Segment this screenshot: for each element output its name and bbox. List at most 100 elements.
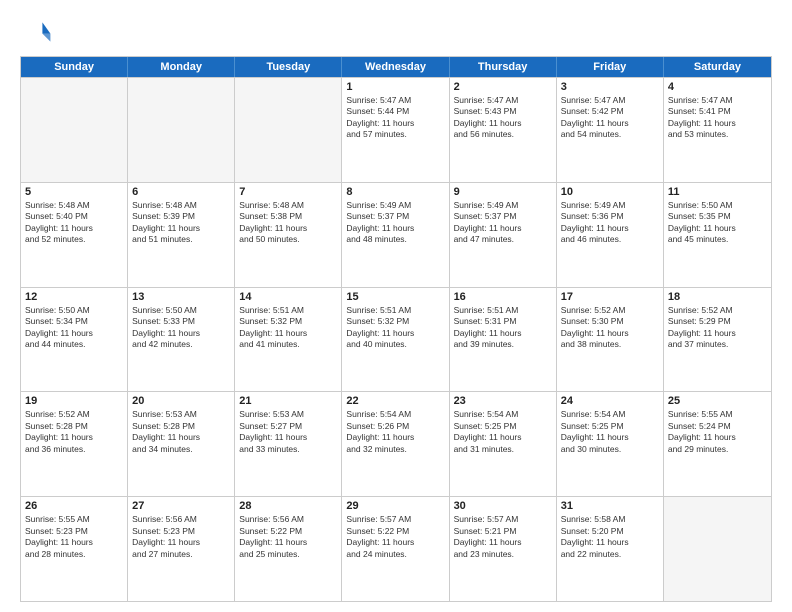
cal-cell: [21, 78, 128, 182]
cell-info: Sunrise: 5:54 AM Sunset: 5:25 PM Dayligh…: [454, 409, 552, 455]
header: [20, 16, 772, 48]
cal-cell: 15 Sunrise: 5:51 AM Sunset: 5:32 PM Dayli…: [342, 288, 449, 392]
cal-cell: 20 Sunrise: 5:53 AM Sunset: 5:28 PM Dayli…: [128, 392, 235, 496]
cell-info: Sunrise: 5:48 AM Sunset: 5:39 PM Dayligh…: [132, 200, 230, 246]
cal-cell: 21 Sunrise: 5:53 AM Sunset: 5:27 PM Dayli…: [235, 392, 342, 496]
day-number: 12: [25, 291, 123, 303]
cal-cell: 3Sunrise: 5:47 AM Sunset: 5:42 PM Daylig…: [557, 78, 664, 182]
cal-cell: 2 Sunrise: 5:47 AM Sunset: 5:43 PM Daylig…: [450, 78, 557, 182]
day-number: 27: [132, 500, 230, 512]
day-number: 2: [454, 81, 552, 93]
day-number: 23: [454, 395, 552, 407]
day-number: 7: [239, 186, 337, 198]
header-day-thursday: Thursday: [450, 57, 557, 77]
cell-info: Sunrise: 5:57 AM Sunset: 5:22 PM Dayligh…: [346, 514, 444, 560]
cell-info: Sunrise: 5:49 AM Sunset: 5:36 PM Dayligh…: [561, 200, 659, 246]
day-number: 4: [668, 81, 767, 93]
cal-cell: [664, 497, 771, 601]
day-number: 1: [346, 81, 444, 93]
cell-info: Sunrise: 5:51 AM Sunset: 5:31 PM Dayligh…: [454, 305, 552, 351]
header-day-sunday: Sunday: [21, 57, 128, 77]
cal-cell: 19 Sunrise: 5:52 AM Sunset: 5:28 PM Dayli…: [21, 392, 128, 496]
header-day-saturday: Saturday: [664, 57, 771, 77]
week-row-0: 1 Sunrise: 5:47 AM Sunset: 5:44 PM Daylig…: [21, 77, 771, 182]
day-number: 17: [561, 291, 659, 303]
logo: [20, 16, 56, 48]
day-number: 22: [346, 395, 444, 407]
cell-info: Sunrise: 5:48 AM Sunset: 5:40 PM Dayligh…: [25, 200, 123, 246]
cal-cell: 22 Sunrise: 5:54 AM Sunset: 5:26 PM Dayli…: [342, 392, 449, 496]
cell-info: Sunrise: 5:57 AM Sunset: 5:21 PM Dayligh…: [454, 514, 552, 560]
page: SundayMondayTuesdayWednesdayThursdayFrid…: [0, 0, 792, 612]
cell-info: Sunrise: 5:47 AM Sunset: 5:43 PM Dayligh…: [454, 95, 552, 141]
cal-cell: 4 Sunrise: 5:47 AM Sunset: 5:41 PM Daylig…: [664, 78, 771, 182]
cal-cell: 14 Sunrise: 5:51 AM Sunset: 5:32 PM Dayli…: [235, 288, 342, 392]
day-number: 9: [454, 186, 552, 198]
week-row-1: 5 Sunrise: 5:48 AM Sunset: 5:40 PM Daylig…: [21, 182, 771, 287]
cal-cell: 27 Sunrise: 5:56 AM Sunset: 5:23 PM Dayli…: [128, 497, 235, 601]
cell-info: Sunrise: 5:49 AM Sunset: 5:37 PM Dayligh…: [346, 200, 444, 246]
cal-cell: 8 Sunrise: 5:49 AM Sunset: 5:37 PM Daylig…: [342, 183, 449, 287]
cal-cell: 6 Sunrise: 5:48 AM Sunset: 5:39 PM Daylig…: [128, 183, 235, 287]
day-number: 18: [668, 291, 767, 303]
cal-cell: 13Sunrise: 5:50 AM Sunset: 5:33 PM Dayli…: [128, 288, 235, 392]
cal-cell: 30 Sunrise: 5:57 AM Sunset: 5:21 PM Dayli…: [450, 497, 557, 601]
day-number: 8: [346, 186, 444, 198]
calendar-header: SundayMondayTuesdayWednesdayThursdayFrid…: [21, 57, 771, 77]
day-number: 19: [25, 395, 123, 407]
cal-cell: 28Sunrise: 5:56 AM Sunset: 5:22 PM Dayli…: [235, 497, 342, 601]
week-row-2: 12 Sunrise: 5:50 AM Sunset: 5:34 PM Dayli…: [21, 287, 771, 392]
cell-info: Sunrise: 5:49 AM Sunset: 5:37 PM Dayligh…: [454, 200, 552, 246]
day-number: 13: [132, 291, 230, 303]
logo-icon: [20, 16, 52, 48]
cell-info: Sunrise: 5:52 AM Sunset: 5:29 PM Dayligh…: [668, 305, 767, 351]
cell-info: Sunrise: 5:54 AM Sunset: 5:26 PM Dayligh…: [346, 409, 444, 455]
cal-cell: 16Sunrise: 5:51 AM Sunset: 5:31 PM Dayli…: [450, 288, 557, 392]
cell-info: Sunrise: 5:51 AM Sunset: 5:32 PM Dayligh…: [239, 305, 337, 351]
day-number: 6: [132, 186, 230, 198]
cell-info: Sunrise: 5:55 AM Sunset: 5:24 PM Dayligh…: [668, 409, 767, 455]
day-number: 14: [239, 291, 337, 303]
cell-info: Sunrise: 5:53 AM Sunset: 5:28 PM Dayligh…: [132, 409, 230, 455]
header-day-wednesday: Wednesday: [342, 57, 449, 77]
cal-cell: 10Sunrise: 5:49 AM Sunset: 5:36 PM Dayli…: [557, 183, 664, 287]
day-number: 20: [132, 395, 230, 407]
calendar-body: 1 Sunrise: 5:47 AM Sunset: 5:44 PM Daylig…: [21, 77, 771, 601]
day-number: 24: [561, 395, 659, 407]
header-day-tuesday: Tuesday: [235, 57, 342, 77]
day-number: 26: [25, 500, 123, 512]
day-number: 21: [239, 395, 337, 407]
cal-cell: 25 Sunrise: 5:55 AM Sunset: 5:24 PM Dayli…: [664, 392, 771, 496]
header-day-monday: Monday: [128, 57, 235, 77]
cal-cell: 29 Sunrise: 5:57 AM Sunset: 5:22 PM Dayli…: [342, 497, 449, 601]
calendar: SundayMondayTuesdayWednesdayThursdayFrid…: [20, 56, 772, 602]
cell-info: Sunrise: 5:51 AM Sunset: 5:32 PM Dayligh…: [346, 305, 444, 351]
week-row-3: 19 Sunrise: 5:52 AM Sunset: 5:28 PM Dayli…: [21, 391, 771, 496]
cal-cell: 7Sunrise: 5:48 AM Sunset: 5:38 PM Daylig…: [235, 183, 342, 287]
cell-info: Sunrise: 5:56 AM Sunset: 5:23 PM Dayligh…: [132, 514, 230, 560]
cell-info: Sunrise: 5:55 AM Sunset: 5:23 PM Dayligh…: [25, 514, 123, 560]
cal-cell: 17 Sunrise: 5:52 AM Sunset: 5:30 PM Dayli…: [557, 288, 664, 392]
day-number: 30: [454, 500, 552, 512]
day-number: 28: [239, 500, 337, 512]
cell-info: Sunrise: 5:47 AM Sunset: 5:41 PM Dayligh…: [668, 95, 767, 141]
cal-cell: 24Sunrise: 5:54 AM Sunset: 5:25 PM Dayli…: [557, 392, 664, 496]
cal-cell: 26 Sunrise: 5:55 AM Sunset: 5:23 PM Dayli…: [21, 497, 128, 601]
cell-info: Sunrise: 5:47 AM Sunset: 5:42 PM Dayligh…: [561, 95, 659, 141]
cell-info: Sunrise: 5:47 AM Sunset: 5:44 PM Dayligh…: [346, 95, 444, 141]
cal-cell: [128, 78, 235, 182]
cell-info: Sunrise: 5:53 AM Sunset: 5:27 PM Dayligh…: [239, 409, 337, 455]
cal-cell: [235, 78, 342, 182]
day-number: 31: [561, 500, 659, 512]
cell-info: Sunrise: 5:52 AM Sunset: 5:28 PM Dayligh…: [25, 409, 123, 455]
cell-info: Sunrise: 5:52 AM Sunset: 5:30 PM Dayligh…: [561, 305, 659, 351]
day-number: 5: [25, 186, 123, 198]
day-number: 11: [668, 186, 767, 198]
day-number: 15: [346, 291, 444, 303]
day-number: 29: [346, 500, 444, 512]
cal-cell: 11Sunrise: 5:50 AM Sunset: 5:35 PM Dayli…: [664, 183, 771, 287]
day-number: 25: [668, 395, 767, 407]
cal-cell: 5 Sunrise: 5:48 AM Sunset: 5:40 PM Daylig…: [21, 183, 128, 287]
cal-cell: 23 Sunrise: 5:54 AM Sunset: 5:25 PM Dayli…: [450, 392, 557, 496]
cell-info: Sunrise: 5:50 AM Sunset: 5:34 PM Dayligh…: [25, 305, 123, 351]
